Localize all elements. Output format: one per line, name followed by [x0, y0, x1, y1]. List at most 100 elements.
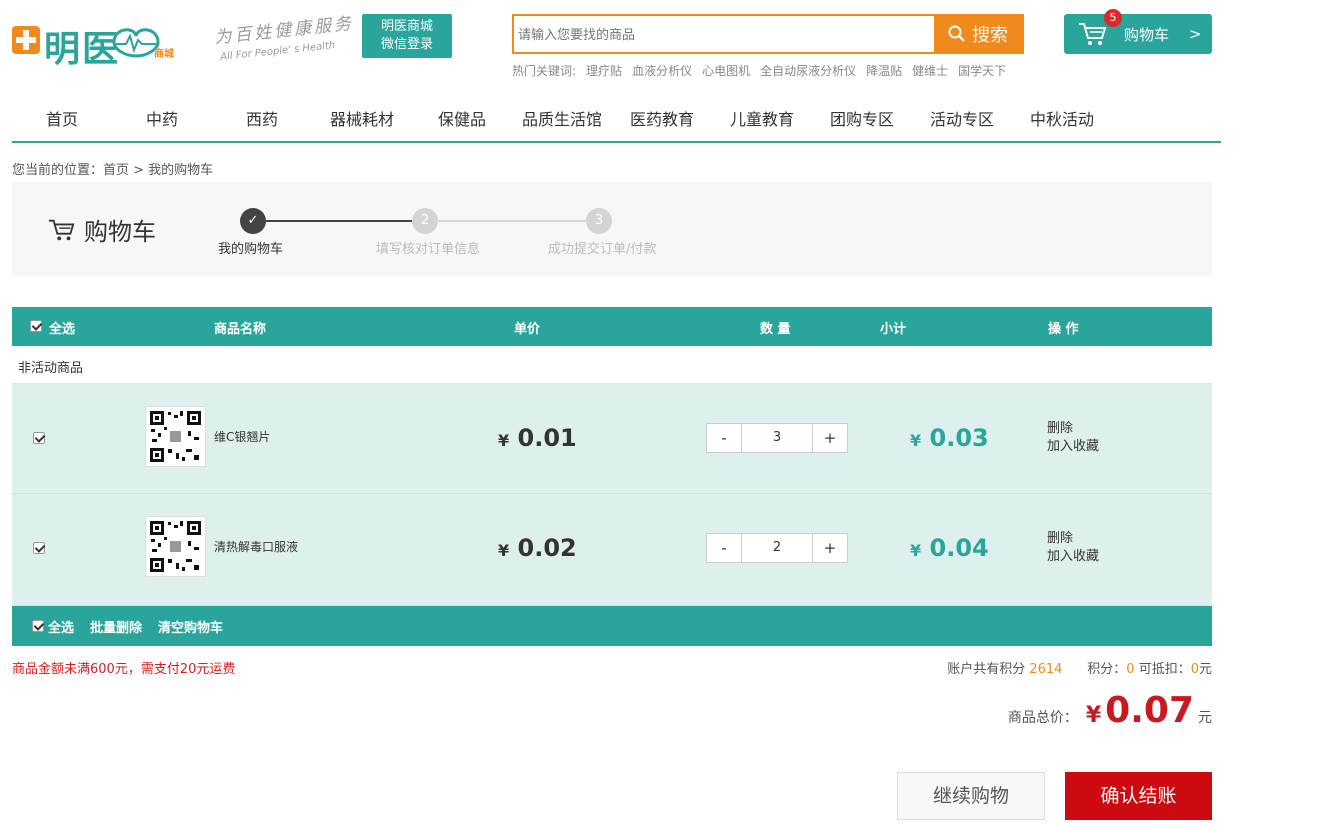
select-all-checkbox[interactable]: [30, 320, 42, 332]
product-name[interactable]: 清热解毒口服液: [214, 538, 298, 555]
hot-keyword[interactable]: 降温贴: [866, 62, 902, 79]
subtotal-value: 0.04: [929, 534, 989, 562]
nav-item-mid-autumn[interactable]: 中秋活动: [1012, 100, 1112, 141]
nav-item-activities[interactable]: 活动专区: [912, 100, 1012, 141]
row-checkbox[interactable]: [33, 542, 45, 554]
points-label: 账户共有积分: [947, 662, 1026, 677]
total-label: 商品总价：: [1007, 710, 1078, 726]
currency-symbol: ¥: [498, 541, 510, 560]
unit-price: ¥ 0.02: [498, 534, 577, 562]
header-cart-button[interactable]: 购物车 >: [1064, 14, 1212, 54]
subtotal-value: 0.03: [929, 424, 989, 452]
search-button-label: 搜索: [972, 25, 1008, 46]
subtotal: ¥ 0.03: [910, 424, 989, 452]
chevron-right-icon: >: [1189, 25, 1202, 43]
points-info: 账户共有积分 2614 积分：0 可抵扣：0元: [947, 658, 1212, 677]
increase-quantity-button[interactable]: +: [813, 534, 847, 562]
wechat-login-line1: 明医商城: [380, 19, 433, 34]
unit-price: ¥ 0.01: [498, 424, 577, 452]
step-2-number: 2: [412, 208, 438, 234]
hot-keyword[interactable]: 心电图机: [702, 62, 750, 79]
points-total: 2614: [1029, 662, 1063, 677]
qr-code-icon: [150, 521, 201, 572]
currency-symbol: ¥: [1085, 703, 1102, 728]
column-header-quantity: 数 量: [760, 322, 791, 337]
quantity-value[interactable]: 3: [741, 424, 813, 452]
breadcrumb: 您当前的位置：首页 > 我的购物车: [12, 163, 214, 178]
continue-shopping-button[interactable]: 继续购物: [897, 772, 1045, 820]
deduct-unit: 元: [1198, 662, 1212, 677]
clear-cart-button[interactable]: 清空购物车: [158, 617, 223, 636]
footer-select-all-checkbox[interactable]: [32, 620, 44, 632]
total-unit: 元: [1198, 710, 1212, 726]
search-box: 搜索: [512, 14, 1024, 54]
cart-table-footer: 全选 批量删除 清空购物车: [12, 606, 1212, 646]
nav-item-devices[interactable]: 器械耗材: [312, 100, 412, 141]
nav-item-child-education[interactable]: 儿童教育: [712, 100, 812, 141]
step-2-label: 填写核对订单信息: [376, 242, 481, 257]
footer-select-all[interactable]: 全选: [32, 617, 74, 636]
increase-quantity-button[interactable]: +: [813, 424, 847, 452]
batch-delete-button[interactable]: 批量删除: [90, 617, 142, 636]
nav-item-quality-life[interactable]: 品质生活馆: [512, 100, 612, 141]
table-row: 维C银翘片 ¥ 0.01 - 3 + ¥ 0.03 删除 加入收藏: [12, 384, 1212, 494]
cart-icon: [1079, 23, 1107, 45]
main-nav: 首页 中药 西药 器械耗材 保健品 品质生活馆 医药教育 儿童教育 团购专区 活…: [12, 100, 1221, 143]
hot-keyword[interactable]: 国学天下: [958, 62, 1006, 79]
table-row: 清热解毒口服液 ¥ 0.02 - 2 + ¥ 0.04 删除 加入收藏: [12, 494, 1212, 606]
nav-item-medical-education[interactable]: 医药教育: [612, 100, 712, 141]
quantity-value[interactable]: 2: [741, 534, 813, 562]
quantity-stepper: - 3 +: [706, 423, 848, 453]
currency-symbol: ¥: [910, 431, 922, 450]
add-to-favorites-link[interactable]: 加入收藏: [1047, 548, 1099, 566]
wechat-login-button[interactable]: 明医商城 微信登录: [362, 14, 452, 58]
step-connector: [438, 220, 586, 222]
column-header-name: 商品名称: [214, 322, 267, 337]
add-to-favorites-link[interactable]: 加入收藏: [1047, 438, 1099, 456]
logo-subtitle: 商城: [154, 49, 174, 60]
product-name[interactable]: 维C银翘片: [214, 428, 270, 445]
decrease-quantity-button[interactable]: -: [707, 534, 741, 562]
search-input[interactable]: [518, 16, 934, 52]
wechat-login-line2: 微信登录: [380, 37, 433, 52]
search-icon: [948, 25, 965, 42]
shipping-notice: 商品金额未满600元，需支付20元运费: [12, 662, 236, 677]
row-checkbox[interactable]: [33, 432, 45, 444]
nav-item-health-products[interactable]: 保健品: [412, 100, 512, 141]
currency-symbol: ¥: [498, 431, 510, 450]
step-connector: [266, 220, 412, 222]
nav-item-home[interactable]: 首页: [12, 100, 112, 141]
hot-keyword[interactable]: 理疗贴: [586, 62, 622, 79]
search-button[interactable]: 搜索: [934, 16, 1022, 52]
decrease-quantity-button[interactable]: -: [707, 424, 741, 452]
logo-text: 明医: [44, 29, 121, 70]
cart-count-badge: 5: [1104, 9, 1122, 27]
step-3-label: 成功提交订单/付款: [548, 242, 657, 257]
points-use-value: 0: [1126, 662, 1135, 677]
column-header-operations: 操 作: [1048, 322, 1079, 337]
deduct-label: 可抵扣：: [1138, 662, 1191, 677]
cart-icon: [48, 219, 75, 240]
confirm-checkout-button[interactable]: 确认结账: [1065, 772, 1212, 820]
nav-item-group-buy[interactable]: 团购专区: [812, 100, 912, 141]
total-price: 商品总价： ¥ 0.07 元: [1008, 690, 1212, 731]
delete-link[interactable]: 删除: [1047, 420, 1099, 438]
quantity-stepper: - 2 +: [706, 533, 848, 563]
group-label: 非活动商品: [12, 346, 1212, 384]
row-operations: 删除 加入收藏: [1047, 420, 1099, 456]
hot-keyword[interactable]: 健维士: [912, 62, 948, 79]
product-image[interactable]: [145, 406, 206, 467]
delete-link[interactable]: 删除: [1047, 530, 1099, 548]
column-header-subtotal: 小计: [880, 322, 907, 337]
unit-price-value: 0.01: [517, 424, 577, 452]
nav-item-western-medicine[interactable]: 西药: [212, 100, 312, 141]
qr-code-icon: [150, 411, 201, 462]
hot-keywords: 热门关键词: 理疗贴 血液分析仪 心电图机 全自动尿液分析仪 降温贴 健维士 国…: [512, 62, 1006, 79]
hot-keyword[interactable]: 全自动尿液分析仪: [760, 62, 856, 79]
product-image[interactable]: [145, 516, 206, 577]
nav-item-chinese-medicine[interactable]: 中药: [112, 100, 212, 141]
unit-price-value: 0.02: [517, 534, 577, 562]
hot-keyword[interactable]: 血液分析仪: [632, 62, 692, 79]
currency-symbol: ¥: [910, 541, 922, 560]
step-1-label: 我的购物车: [218, 242, 284, 257]
